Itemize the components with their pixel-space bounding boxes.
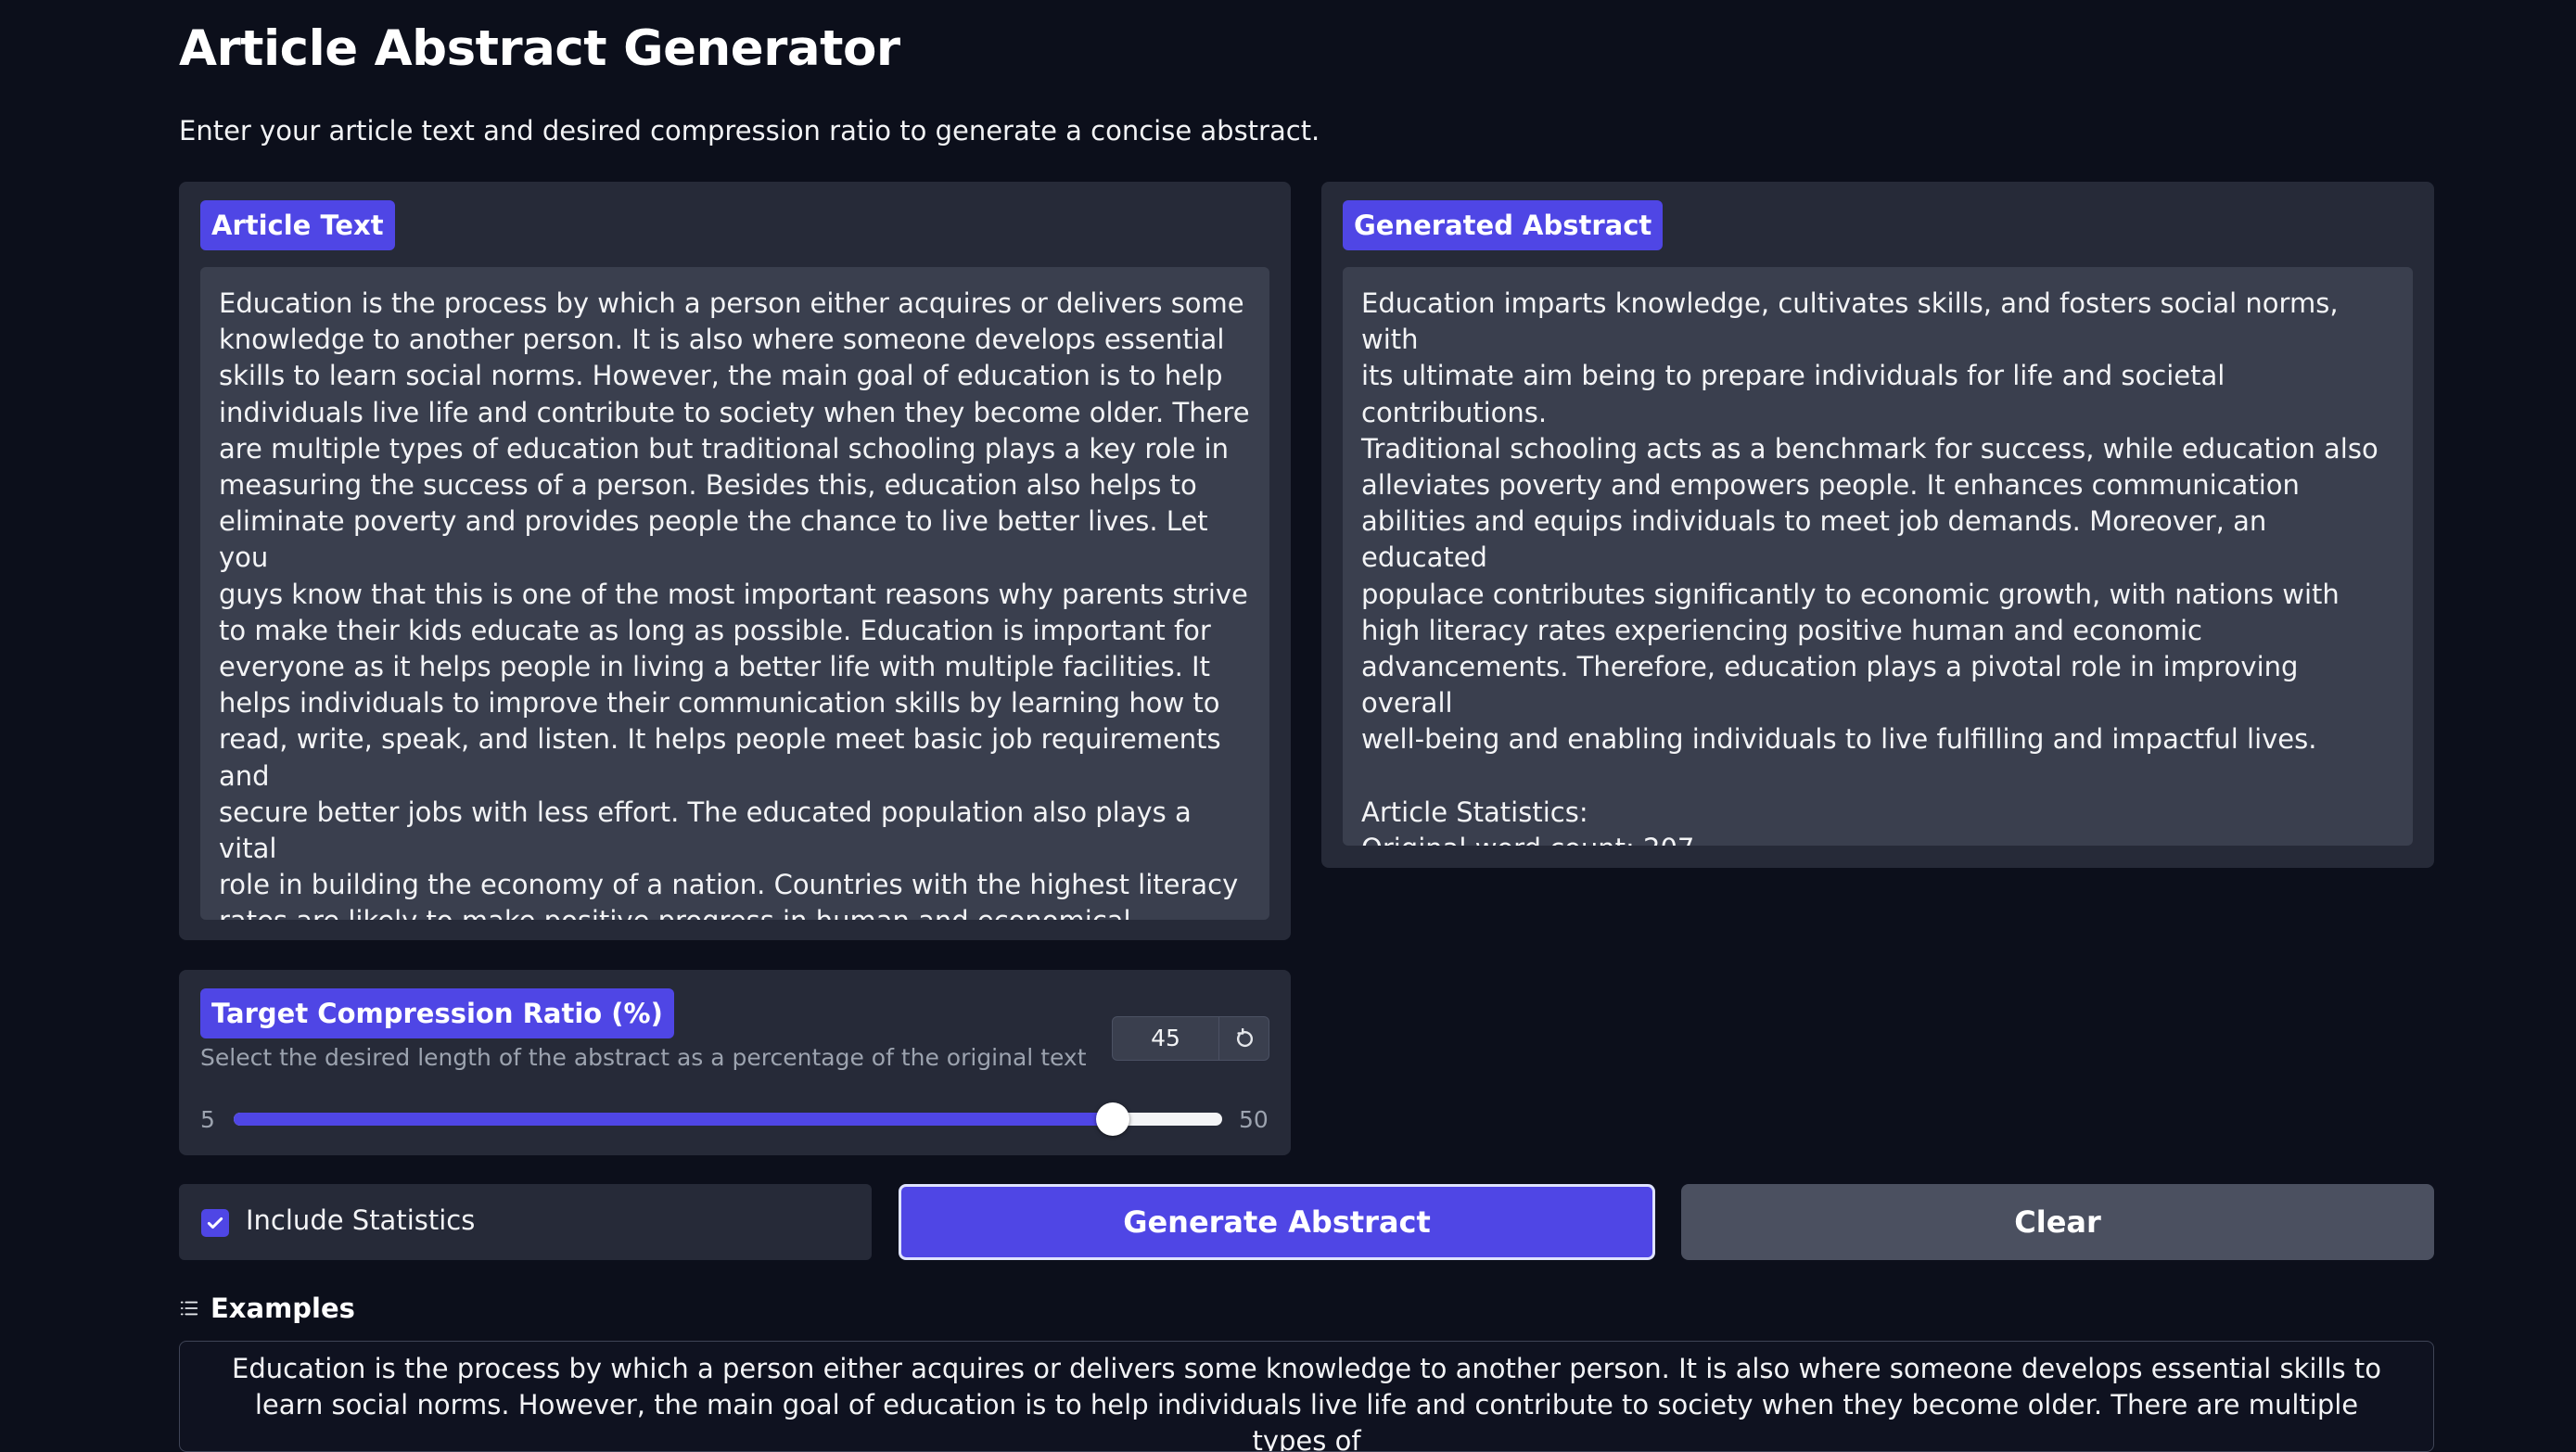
generated-abstract-label: Generated Abstract: [1343, 200, 1664, 250]
slider-max-label: 50: [1239, 1106, 1269, 1133]
include-statistics-label: Include Statistics: [246, 1204, 476, 1236]
reset-icon: [1236, 1028, 1253, 1048]
compression-ratio-number-input[interactable]: 45: [1112, 1016, 1269, 1061]
article-text-label: Article Text: [200, 200, 395, 250]
list-icon: [180, 1301, 198, 1316]
slider-thumb[interactable]: [1095, 1102, 1129, 1136]
article-text-input[interactable]: Education is the process by which a pers…: [200, 267, 1269, 920]
compression-ratio-slider[interactable]: [234, 1102, 1222, 1136]
reset-button[interactable]: [1218, 1017, 1269, 1060]
slider-min-label: 5: [200, 1106, 215, 1133]
generated-abstract-panel: Generated Abstract Education imparts kno…: [1321, 182, 2434, 868]
examples-table: Education is the process by which a pers…: [179, 1341, 2434, 1452]
clear-button[interactable]: Clear: [1681, 1184, 2434, 1260]
examples-label: Examples: [210, 1293, 355, 1324]
compression-ratio-label: Target Compression Ratio (%): [200, 988, 674, 1038]
slider-fill: [234, 1113, 1113, 1126]
include-statistics-checkbox[interactable]: [201, 1209, 229, 1237]
generated-abstract-output[interactable]: Education imparts knowledge, cultivates …: [1343, 267, 2413, 846]
article-text-panel: Article Text Education is the process by…: [179, 182, 1291, 940]
examples-header: Examples: [179, 1292, 355, 1325]
include-statistics-option[interactable]: Include Statistics: [179, 1184, 872, 1260]
page-subtitle: Enter your article text and desired comp…: [179, 115, 1320, 146]
compression-ratio-value[interactable]: 45: [1113, 1017, 1218, 1060]
app-page: Article Abstract Generator Enter your ar…: [179, 0, 2434, 1452]
generate-abstract-button[interactable]: Generate Abstract: [899, 1184, 1655, 1260]
example-item[interactable]: Education is the process by which a pers…: [217, 1351, 2396, 1451]
page-title: Article Abstract Generator: [179, 20, 900, 77]
checkmark-icon: [207, 1216, 223, 1229]
compression-ratio-hint: Select the desired length of the abstrac…: [200, 1044, 1087, 1071]
